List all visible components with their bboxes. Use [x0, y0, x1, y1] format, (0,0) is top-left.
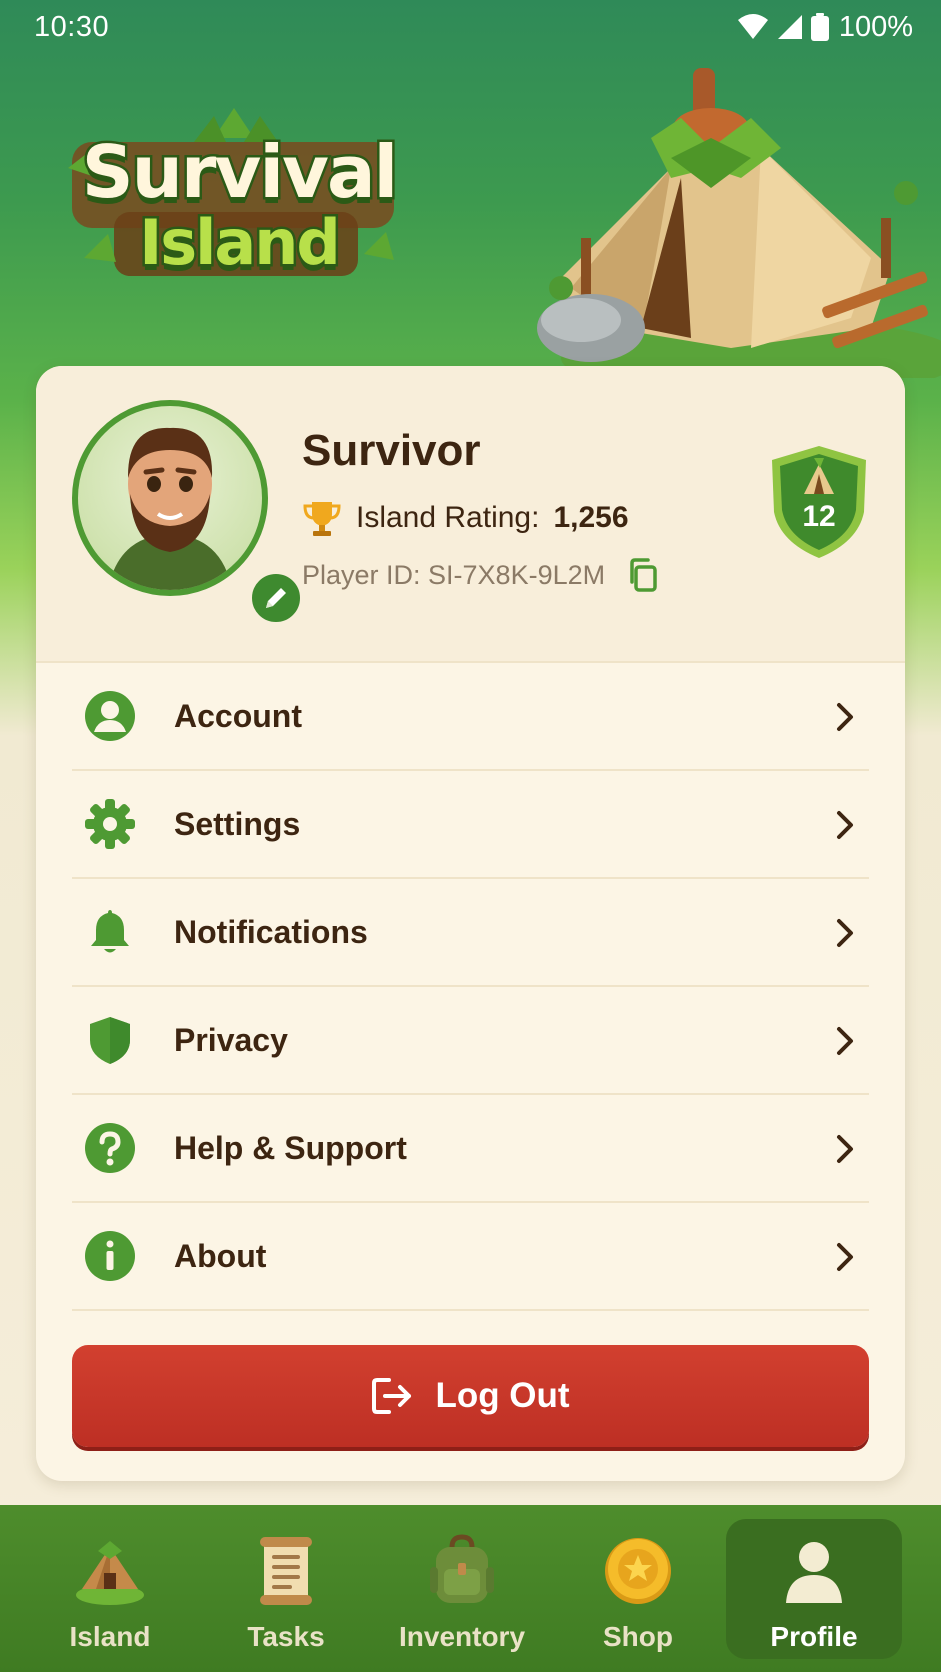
nav-label-shop: Shop	[603, 1621, 673, 1652]
info-icon	[84, 1230, 136, 1282]
level-badge: 12	[766, 442, 872, 562]
nav-item-tasks[interactable]: Tasks	[198, 1519, 374, 1659]
chevron-right-icon	[837, 703, 853, 731]
battery-icon	[810, 13, 829, 41]
menu-item-account[interactable]: Account	[72, 663, 869, 771]
menu-item-settings[interactable]: Settings	[72, 771, 869, 879]
chevron-right-icon	[837, 1135, 853, 1163]
logout-label: Log Out	[435, 1376, 570, 1415]
copy-icon[interactable]	[627, 558, 659, 592]
status-icons: 100%	[737, 11, 913, 44]
scroll-icon	[248, 1533, 324, 1609]
rating-value: 1,256	[553, 501, 629, 534]
menu-label-notifications: Notifications	[174, 913, 368, 950]
profile-header: Survivor Island Rating: 1,256 Player ID:…	[36, 366, 905, 663]
pencil-icon	[266, 588, 286, 608]
nav-item-profile[interactable]: Profile	[726, 1519, 902, 1659]
rating-label: Island Rating:	[356, 501, 540, 534]
game-logo: Survival Island	[64, 108, 404, 288]
menu-label-settings: Settings	[174, 805, 301, 842]
chevron-right-icon	[837, 1243, 853, 1271]
shield-icon	[84, 1014, 136, 1066]
nav-item-inventory[interactable]: Inventory	[374, 1519, 550, 1659]
settings-menu: Account Settings Notifications Privacy H…	[72, 663, 869, 1311]
trophy-icon	[303, 502, 341, 536]
island-rating: Island Rating: 1,256	[302, 498, 629, 538]
gear-icon	[84, 798, 136, 850]
person-icon	[776, 1533, 852, 1609]
island-hut-icon	[72, 1533, 148, 1609]
player-name: Survivor	[302, 426, 481, 475]
cellular-icon	[777, 15, 802, 39]
chevron-right-icon	[837, 1027, 853, 1055]
bottom-navigation: Island Tasks Inventory Shop Profile	[0, 1505, 941, 1672]
menu-item-about[interactable]: About	[72, 1203, 869, 1311]
wifi-icon	[737, 14, 768, 39]
backpack-icon	[424, 1533, 500, 1609]
status-time: 10:30	[34, 10, 110, 43]
menu-item-help-support[interactable]: Help & Support	[72, 1095, 869, 1203]
chevron-right-icon	[837, 811, 853, 839]
logout-button[interactable]: Log Out	[72, 1345, 869, 1447]
avatar-container	[72, 400, 304, 626]
logo-title-line2: Island	[137, 204, 344, 282]
nav-label-inventory: Inventory	[398, 1621, 526, 1652]
level-number: 12	[802, 500, 836, 533]
menu-item-notifications[interactable]: Notifications	[72, 879, 869, 987]
help-icon	[84, 1122, 136, 1174]
logout-icon	[372, 1378, 412, 1414]
account-icon	[84, 690, 136, 742]
menu-label-about: About	[174, 1237, 267, 1274]
bell-icon	[84, 906, 136, 958]
edit-avatar-button[interactable]	[248, 570, 304, 626]
avatar[interactable]	[72, 400, 268, 596]
nav-label-profile: Profile	[770, 1621, 858, 1652]
logo-title-line1: Survival	[79, 128, 400, 217]
coin-icon	[600, 1533, 676, 1609]
nav-label-island: Island	[69, 1621, 151, 1652]
nav-label-tasks: Tasks	[247, 1621, 325, 1652]
menu-item-privacy[interactable]: Privacy	[72, 987, 869, 1095]
player-id-row: Player ID: SI-7X8K-9L2M	[302, 558, 659, 592]
avatar-portrait	[108, 427, 232, 590]
nav-item-shop[interactable]: Shop	[550, 1519, 726, 1659]
tent-illustration	[537, 68, 941, 378]
status-bar: 10:30 100%	[0, 0, 941, 54]
menu-label-account: Account	[174, 697, 302, 734]
profile-card: Survivor Island Rating: 1,256 Player ID:…	[36, 366, 905, 1481]
player-id: Player ID: SI-7X8K-9L2M	[302, 559, 606, 590]
nav-item-island[interactable]: Island	[22, 1519, 198, 1659]
menu-label-privacy: Privacy	[174, 1021, 288, 1058]
menu-label-help-support: Help & Support	[174, 1129, 407, 1166]
chevron-right-icon	[837, 919, 853, 947]
battery-percent: 100%	[838, 10, 913, 43]
